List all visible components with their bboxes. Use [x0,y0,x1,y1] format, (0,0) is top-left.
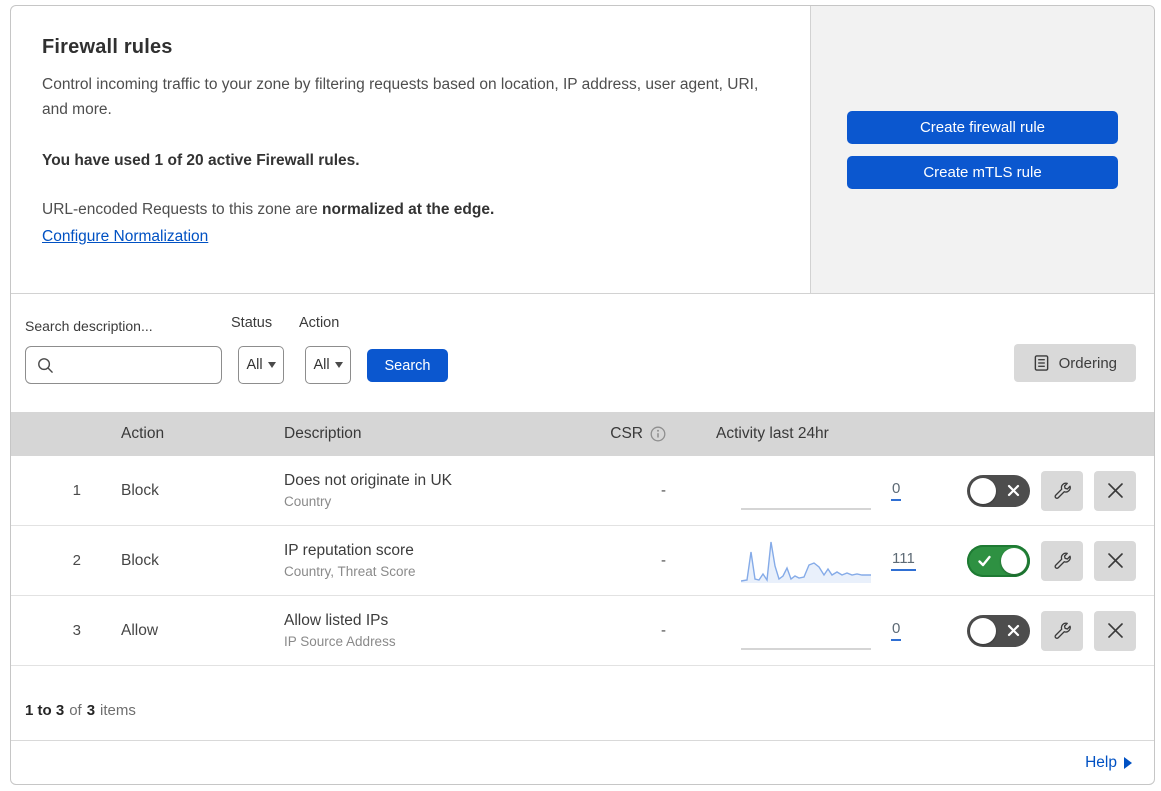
table-row: 2 Block IP reputation score Country, Thr… [11,526,1154,596]
rule-enabled-toggle[interactable] [967,474,1030,507]
rule-criteria: Country [284,494,332,509]
delete-rule-button[interactable] [1094,470,1136,511]
action-dropdown[interactable]: All [305,346,351,384]
x-icon [1007,624,1020,642]
rule-action: Allow [121,621,159,639]
search-field[interactable] [25,346,222,384]
edit-rule-button[interactable] [1041,540,1083,581]
overview-section: Firewall rules Control incoming traffic … [11,6,1154,294]
pagination: 1 to 3 of 3 items [11,666,1154,741]
usage-text: You have used 1 of 20 active Firewall ru… [42,151,360,169]
rule-description: IP reputation score [284,542,414,559]
overview-text: Firewall rules Control incoming traffic … [11,6,810,293]
ordering-button-label: Ordering [1058,354,1117,372]
rule-enabled-toggle[interactable] [967,614,1030,647]
search-button[interactable]: Search [367,349,448,382]
activity-sparkline [741,647,871,650]
rule-description: Does not originate in UK [284,472,453,489]
ordering-button[interactable]: Ordering [1013,344,1136,382]
actions-panel: Create firewall rule Create mTLS rule [810,6,1154,293]
edit-rule-button[interactable] [1041,470,1083,511]
wrench-icon [1054,482,1071,499]
rule-priority: 3 [72,622,81,639]
x-icon [1007,484,1020,502]
create-mtls-rule-button[interactable]: Create mTLS rule [847,155,1118,189]
toggle-knob [970,617,996,644]
status-dropdown-value: All [246,357,263,373]
help-link-label: Help [1085,753,1117,771]
page-description: Control incoming traffic to your zone by… [42,76,759,118]
close-icon [1107,553,1123,568]
column-header-csr: CSR [610,425,643,442]
close-icon [1107,623,1123,638]
info-icon[interactable] [650,426,666,442]
activity-sparkline [741,541,871,583]
action-dropdown-value: All [313,357,330,373]
table-row: 1 Block Does not originate in UK Country… [11,456,1154,526]
rule-csr-value: - [661,552,666,569]
wrench-icon [1054,622,1071,639]
activity-count-link[interactable]: 0 [891,480,902,501]
pagination-range: 1 to 3 [25,701,65,719]
column-header-action: Action [121,425,165,442]
activity-count-link[interactable]: 111 [891,550,916,571]
edit-rule-button[interactable] [1041,610,1083,651]
rule-criteria: IP Source Address [284,634,396,649]
rule-description: Allow listed IPs [284,612,389,629]
pagination-of: of [69,701,82,719]
help-row: Help [11,741,1154,784]
chevron-right-icon [1124,756,1132,769]
rule-criteria: Country, Threat Score [284,564,416,579]
rule-csr-value: - [661,622,666,639]
status-dropdown[interactable]: All [238,346,284,384]
status-label: Status [231,315,273,331]
search-description-label: Search description... [25,318,153,334]
chevron-down-icon [334,362,343,368]
toggle-knob [970,477,996,504]
rule-action: Block [121,551,159,569]
toggle-knob [1001,547,1027,574]
rules-table-body: 1 Block Does not originate in UK Country… [11,456,1154,666]
wrench-icon [1054,552,1071,569]
rule-priority: 2 [72,552,81,569]
search-icon [38,357,53,373]
delete-rule-button[interactable] [1094,610,1136,651]
check-icon [977,554,992,573]
close-icon [1107,483,1123,498]
rule-csr-value: - [661,482,666,499]
create-firewall-rule-button[interactable]: Create firewall rule [847,110,1118,144]
normalization-line: URL-encoded Requests to this zone are no… [42,201,770,219]
normalization-bold: normalized at the edge. [322,200,495,218]
activity-sparkline [741,507,871,510]
filter-bar: Search description... Status All Action … [11,294,1154,412]
page-title: Firewall rules [42,36,173,58]
configure-normalization-link[interactable]: Configure Normalization [42,228,208,246]
pagination-total: 3 [86,701,96,719]
table-header: Action Description CSR Activity last 24h… [11,412,1154,456]
chevron-down-icon [267,362,276,368]
firewall-rules-card: Firewall rules Control incoming traffic … [10,5,1155,785]
column-header-activity: Activity last 24hr [716,425,829,442]
table-row: 3 Allow Allow listed IPs IP Source Addre… [11,596,1154,666]
ordering-icon [1034,355,1048,371]
activity-count-link[interactable]: 0 [891,620,902,641]
help-link[interactable]: Help [1085,754,1132,772]
rule-action: Block [121,481,159,499]
column-header-description: Description [284,425,362,442]
pagination-items: items [100,701,136,719]
normalization-text: URL-encoded Requests to this zone are [42,200,323,218]
delete-rule-button[interactable] [1094,540,1136,581]
rule-priority: 1 [72,482,81,499]
action-label: Action [299,315,340,331]
rule-enabled-toggle[interactable] [967,544,1030,577]
search-input[interactable] [62,357,213,373]
